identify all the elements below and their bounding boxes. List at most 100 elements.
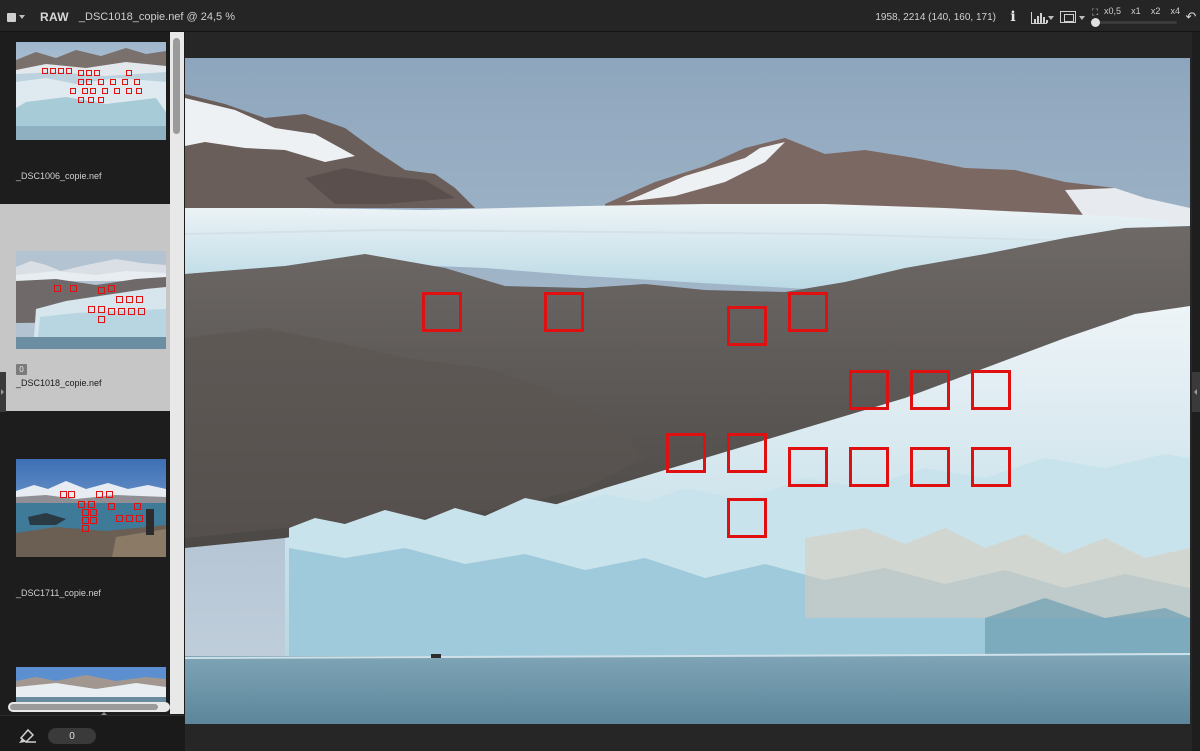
left-panel-toggle[interactable]	[0, 372, 6, 412]
thumbnail-image[interactable]	[16, 251, 166, 349]
af-point-marker	[114, 88, 120, 94]
filmstrip-item[interactable]: _DSC1006_copie.nef	[0, 32, 170, 204]
af-point-marker	[126, 88, 132, 94]
toolbar-left: RAW _DSC1018_copie.nef @ 24,5 %	[4, 8, 235, 26]
af-point-marker	[78, 70, 84, 76]
af-point-marker	[106, 491, 113, 498]
af-point-marker	[98, 316, 105, 323]
scrollbar-thumb[interactable]	[10, 704, 158, 710]
af-point-marker	[122, 79, 128, 85]
undo-icon: ↶	[1185, 9, 1197, 24]
af-point-marker	[98, 97, 104, 103]
undo-button[interactable]: ↶	[1184, 8, 1198, 26]
af-point-marker	[971, 447, 1011, 487]
eraser-icon[interactable]	[18, 726, 40, 744]
image-viewer[interactable]	[185, 32, 1192, 751]
filmstrip-vertical-scrollbar[interactable]	[170, 32, 184, 714]
zoom-fit-icon[interactable]: ⛶	[1092, 7, 1098, 18]
af-point-marker	[88, 97, 94, 103]
af-point-marker	[108, 285, 115, 292]
thumbnail-image[interactable]	[16, 42, 166, 140]
af-point-marker	[102, 88, 108, 94]
zoom-level-1x[interactable]: x1	[1131, 6, 1141, 16]
chevron-down-icon	[1048, 16, 1054, 20]
af-point-marker	[70, 88, 76, 94]
af-point-marker	[90, 509, 97, 516]
af-point-marker	[50, 68, 56, 74]
af-point-marker	[136, 296, 143, 303]
af-point-marker	[94, 70, 100, 76]
photo-glacier-landscape	[185, 58, 1190, 724]
filmstrip-item[interactable]: _DSC1711_copie.nef	[0, 411, 170, 621]
pixel-readout: 1958, 2214 (140, 160, 171)	[875, 11, 996, 23]
chevron-down-icon	[19, 15, 25, 19]
filmstrip-horizontal-scrollbar[interactable]	[8, 702, 170, 712]
af-point-marker	[82, 517, 89, 524]
view-mode-button[interactable]	[1058, 8, 1086, 26]
af-point-marker	[68, 491, 75, 498]
filmstrip-panel: _DSC1006_copie.nef 0 _DSC1018_copie.nef …	[0, 32, 185, 751]
af-point-marker	[98, 306, 105, 313]
zoom-level-labels: x0,5 x1 x2 x4	[1104, 6, 1180, 16]
af-point-marker	[58, 68, 64, 74]
af-point-marker	[98, 79, 104, 85]
af-point-marker	[727, 306, 767, 346]
zoom-level-4x[interactable]: x4	[1170, 6, 1180, 16]
af-point-marker	[78, 97, 84, 103]
af-point-marker	[108, 503, 115, 510]
af-point-marker	[727, 498, 767, 538]
af-point-marker	[96, 491, 103, 498]
main-photo[interactable]	[185, 58, 1190, 724]
af-point-marker	[128, 308, 135, 315]
af-point-marker	[70, 285, 77, 292]
thumbnail-filename: _DSC1711_copie.nef	[16, 588, 101, 598]
toolbar-right: 1958, 2214 (140, 160, 171) i ⛶ x0,5 x1 x…	[875, 6, 1200, 28]
af-point-marker	[666, 433, 706, 473]
selection-counter[interactable]: 0	[48, 728, 96, 744]
af-point-marker	[544, 292, 584, 332]
af-point-marker	[134, 79, 140, 85]
rating-badge[interactable]: 0	[16, 364, 27, 375]
filmstrip-item[interactable]	[0, 621, 170, 702]
af-point-marker	[86, 70, 92, 76]
af-point-marker	[126, 296, 133, 303]
thumbnail-image[interactable]	[16, 667, 166, 702]
zoom-slider-thumb[interactable]	[1091, 18, 1100, 27]
af-point-marker	[788, 447, 828, 487]
af-point-marker	[90, 517, 97, 524]
af-point-marker	[82, 509, 89, 516]
af-point-marker	[126, 515, 133, 522]
af-point-marker	[727, 433, 767, 473]
af-point-marker	[82, 525, 89, 532]
zoom-slider-track[interactable]	[1093, 21, 1177, 24]
histogram-button[interactable]	[1028, 8, 1054, 26]
af-point-marker	[88, 306, 95, 313]
af-point-marker	[136, 88, 142, 94]
af-point-marker	[138, 308, 145, 315]
right-panel-toggle[interactable]	[1192, 372, 1200, 412]
af-point-marker	[971, 370, 1011, 410]
stack-square-icon	[7, 12, 16, 22]
af-point-marker	[88, 501, 95, 508]
scrollbar-thumb[interactable]	[173, 38, 180, 134]
zoom-level-2x[interactable]: x2	[1151, 6, 1161, 16]
af-point-marker	[849, 370, 889, 410]
af-point-marker	[78, 79, 84, 85]
thumbnail-glacier-4	[16, 667, 166, 702]
zoom-control[interactable]: ⛶ x0,5 x1 x2 x4	[1090, 6, 1180, 28]
af-point-marker	[78, 501, 85, 508]
thumbnail-filename: _DSC1006_copie.nef	[16, 171, 102, 181]
filmstrip-item-selected[interactable]: 0 _DSC1018_copie.nef	[0, 204, 170, 411]
raw-format-label: RAW	[40, 10, 69, 24]
zoom-level-half[interactable]: x0,5	[1104, 6, 1121, 16]
af-point-marker	[118, 308, 125, 315]
af-point-marker	[910, 370, 950, 410]
af-point-marker	[82, 88, 88, 94]
af-point-marker	[788, 292, 828, 332]
stack-menu-button[interactable]	[4, 9, 30, 25]
info-icon: i	[1010, 9, 1016, 25]
top-toolbar: RAW _DSC1018_copie.nef @ 24,5 % 1958, 22…	[0, 0, 1200, 32]
af-point-marker	[42, 68, 48, 74]
info-button[interactable]: i	[1004, 7, 1022, 27]
thumbnail-image[interactable]	[16, 459, 166, 557]
